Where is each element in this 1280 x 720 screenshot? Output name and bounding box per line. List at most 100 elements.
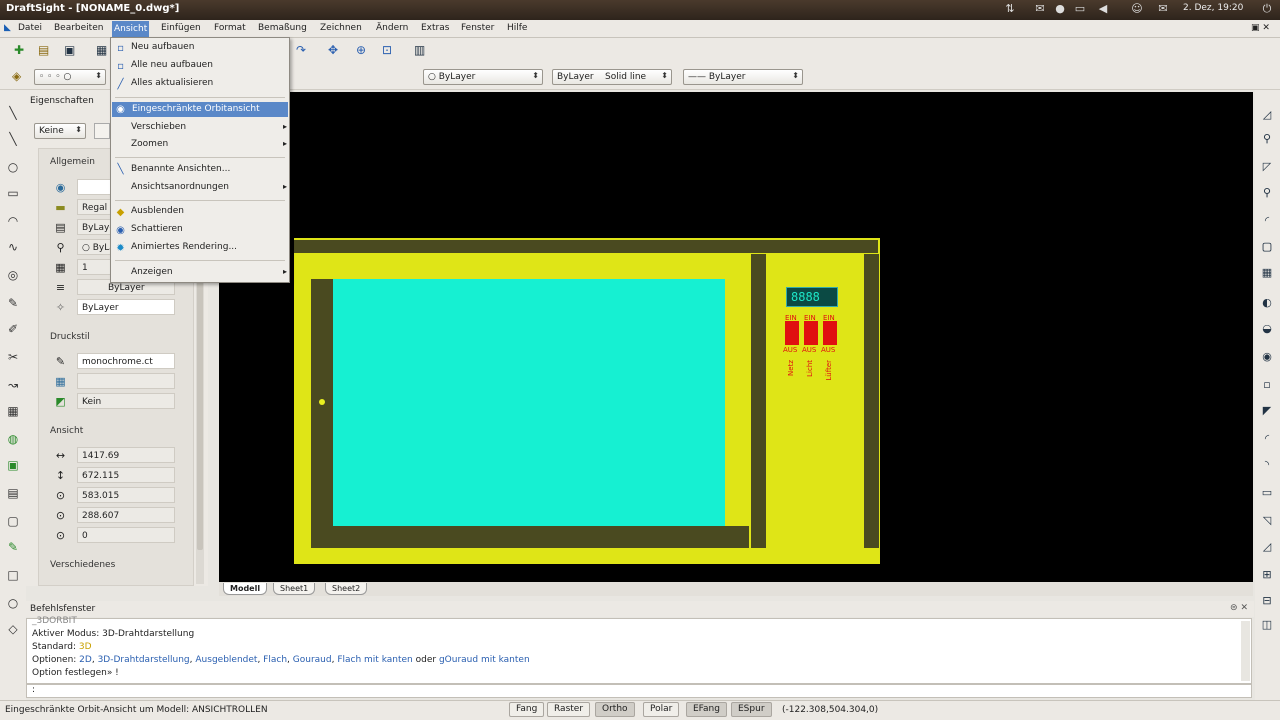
arc-icon[interactable]: ◠ [6,214,20,228]
view-center-x-field[interactable]: 583.015 [77,487,175,503]
menu-bearbeiten[interactable]: Bearbeiten [54,23,103,33]
menu-ansicht[interactable]: Ansicht [112,21,150,37]
zoom-window-icon[interactable]: ⊕ [356,43,372,59]
menu-fenster[interactable]: Fenster [461,23,494,33]
menu-item-schattieren[interactable]: Schattieren [131,224,183,234]
align-icon[interactable]: ◫ [1260,618,1274,632]
chamfer-icon[interactable]: ◿ [1260,540,1274,554]
mail-small-icon[interactable]: ✉ [1156,2,1170,16]
menu-extras[interactable]: Extras [421,23,449,33]
circle-icon[interactable]: ○ [6,160,20,174]
menu-zeichnen[interactable]: Zeichnen [320,23,362,33]
option-gouraud[interactable]: Gouraud [293,655,332,665]
dimension-icon[interactable]: ⚲ [1260,186,1274,200]
option-hidden[interactable]: Ausgeblendet [195,655,257,665]
ellipse-icon[interactable]: ◎ [6,268,20,282]
view-width-field[interactable]: 1417.69 [77,447,175,463]
new-icon[interactable]: ✚ [14,43,30,59]
transparency-field[interactable]: ByLayer [77,299,175,315]
menu-item-ausblenden[interactable]: Ausblenden [131,206,184,216]
curve-icon[interactable]: ↝ [6,378,20,392]
menu-item-benannte-ansichten[interactable]: Benannte Ansichten... [131,164,230,174]
menu-item-eingeschraenkte-orbitansicht[interactable]: Eingeschränkte Orbitansicht [112,102,288,117]
circle-small-icon[interactable]: ○ [6,596,20,610]
menu-format[interactable]: Format [214,23,246,33]
color-combo[interactable]: ○ ByLayer [423,69,543,85]
fillet-icon[interactable]: ◜ [1260,214,1274,228]
hatch-icon[interactable]: ▦ [6,404,20,418]
lineweight-combo[interactable]: —— ByLayer [683,69,803,85]
view-height-field[interactable]: 672.115 [77,467,175,483]
block-icon[interactable]: ◍ [6,432,20,446]
menu-aendern[interactable]: Ändern [376,23,408,33]
scale-tool-icon[interactable]: ◤ [1260,404,1274,418]
user-icon[interactable]: ☺ [1130,2,1144,16]
network-icon[interactable]: ⇅ [1003,2,1017,16]
linetype-combo[interactable]: ByLayer Solid line [552,69,672,85]
etrack-button[interactable]: ESpur [731,702,772,717]
annotate-icon[interactable]: ◿ [1260,108,1274,122]
menu-item-alles-aktualisieren[interactable]: Alles aktualisieren [131,78,213,88]
plot-table-field[interactable]: monochrome.ct [77,353,175,369]
region-icon[interactable]: ▢ [6,514,20,528]
menu-item-zoomen[interactable]: Zoomen ▸ [131,139,287,149]
select-objects-icon[interactable] [94,123,110,139]
offset-icon[interactable]: ▫ [1260,378,1274,392]
command-window[interactable]: _3DORBIT Aktiver Modus: 3D-Drahtdarstell… [26,616,1252,684]
mail-icon[interactable]: ✉ [1033,2,1047,16]
eraser-icon[interactable]: ◇ [6,622,20,636]
pan-icon[interactable]: ✥ [328,43,344,59]
menu-bemassung[interactable]: Bemaßung [258,23,307,33]
spline-icon[interactable]: ∿ [6,240,20,254]
polar-button[interactable]: Polar [643,702,680,717]
menu-datei[interactable]: Datei [18,23,42,33]
construction-icon[interactable]: ✐ [6,322,20,336]
snap-button[interactable]: Fang [509,702,545,717]
table-icon[interactable]: ▤ [6,486,20,500]
option-flat-edges[interactable]: Flach mit kanten [337,655,412,665]
menu-item-anzeigen[interactable]: Anzeigen ▸ [131,267,287,277]
command-input[interactable]: : [26,684,1252,698]
measure-icon[interactable]: ◸ [1260,160,1274,174]
line-icon[interactable]: ╲ [6,106,20,120]
volume-icon[interactable]: ◀ [1096,2,1110,16]
option-2d[interactable]: 2D [79,655,92,665]
array-icon[interactable]: ◉ [1260,350,1274,364]
battery-icon[interactable]: ▭ [1073,2,1087,16]
view-center-z-field[interactable]: 0 [77,527,175,543]
menu-einfuegen[interactable]: Einfügen [161,23,201,33]
square-icon[interactable]: □ [6,568,20,582]
tab-modell[interactable]: Modell [223,583,268,595]
selection-combo[interactable]: Keine [34,123,86,139]
point-icon[interactable]: ✎ [6,296,20,310]
layer-combo[interactable]: ◦ ◦ ◦ ○ [34,69,106,85]
tab-sheet1[interactable]: Sheet1 [273,583,316,595]
option-3d-wireframe[interactable]: 3D-Drahtdarstellung [98,655,190,665]
save-icon[interactable]: ▣ [64,43,80,59]
redo-icon[interactable]: ↷ [296,43,312,59]
stretch-icon[interactable]: ◜ [1260,432,1274,446]
properties-toggle-icon[interactable]: ▥ [414,43,430,59]
command-window-controls-icon[interactable]: ⊜ ✕ [1230,603,1248,613]
menu-item-animiertes-rendering[interactable]: Animiertes Rendering... [131,242,237,252]
menu-item-neu-aufbauen[interactable]: Neu aufbauen [131,42,194,52]
explode-icon[interactable]: ◝ [1260,458,1274,472]
menu-item-ansichtsanordnungen[interactable]: Ansichtsanordnungen ▸ [131,182,287,192]
plot-attached-field[interactable]: Kein [77,393,175,409]
copy-icon-2[interactable]: ▢ [1260,240,1274,254]
trim-icon[interactable]: ✂ [6,350,20,364]
layer-manager-icon[interactable]: ◈ [12,69,28,85]
edit-icon[interactable]: ✎ [6,540,20,554]
command-scrollbar[interactable] [1241,621,1250,681]
menu-item-verschieben[interactable]: Verschieben ▸ [131,122,287,132]
zoom-extents-icon[interactable]: ⊡ [382,43,398,59]
option-flat[interactable]: Flach [263,655,287,665]
plot-style-field[interactable] [77,373,175,389]
view-center-y-field[interactable]: 288.607 [77,507,175,523]
insert-icon[interactable]: ▣ [6,458,20,472]
rectangle-icon[interactable]: ▭ [6,186,20,200]
join-icon[interactable]: ◹ [1260,514,1274,528]
grid-button[interactable]: Raster [547,702,591,717]
trim-tool-icon[interactable]: ⊞ [1260,568,1274,582]
window-controls-icon[interactable]: ▣ ✕ [1251,23,1270,33]
